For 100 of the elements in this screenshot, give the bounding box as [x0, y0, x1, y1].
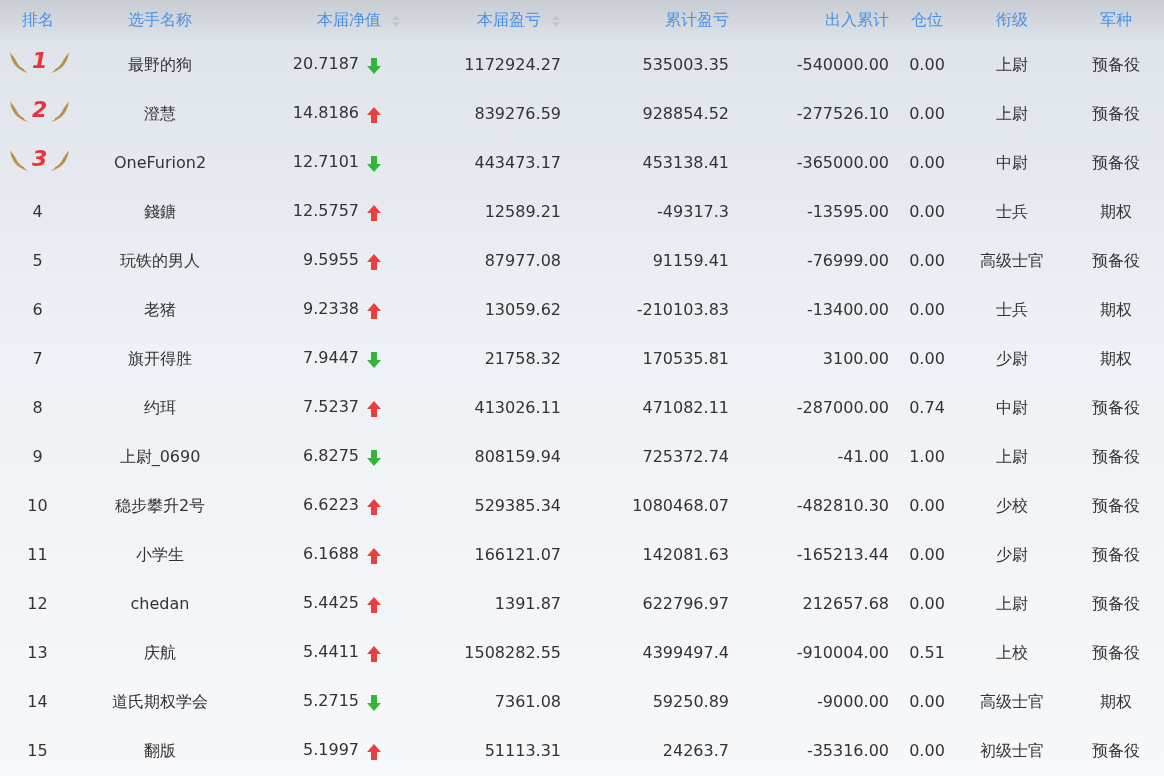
session-profit: 13059.62	[484, 299, 561, 319]
rank-title: 士兵	[996, 201, 1028, 221]
net-value: 5.1997	[303, 739, 359, 759]
net-flow: -35316.00	[806, 740, 889, 760]
session-profit: 529385.34	[474, 495, 561, 515]
rank-number: 12	[27, 593, 48, 613]
session-profit: 51113.31	[484, 740, 561, 760]
net-flow: 212657.68	[802, 593, 889, 613]
net-value: 6.1688	[303, 543, 359, 563]
service-branch: 预备役	[1091, 495, 1140, 515]
session-profit: 1508282.55	[464, 642, 561, 662]
net-value: 5.2715	[303, 690, 359, 710]
net-flow: -76999.00	[806, 250, 889, 270]
net-flow: -540000.00	[796, 54, 889, 74]
service-branch: 期权	[1099, 348, 1132, 368]
rank-title: 上尉	[996, 446, 1028, 466]
net-value: 9.2338	[303, 298, 359, 318]
player-name: 錢鎕	[144, 201, 176, 221]
net-flow: -41.00	[837, 446, 889, 466]
total-profit: 725372.74	[642, 446, 729, 466]
total-profit: 142081.63	[642, 544, 729, 564]
player-name: 稳步攀升2号	[114, 495, 206, 515]
service-branch: 预备役	[1091, 54, 1140, 74]
net-value: 6.8275	[303, 445, 359, 465]
session-profit: 1391.87	[494, 593, 561, 613]
position-ratio: 0.00	[909, 54, 945, 74]
total-profit: 928854.52	[642, 103, 729, 123]
total-profit: 170535.81	[642, 348, 729, 368]
rank-title: 高级士官	[980, 691, 1044, 711]
player-name: 最野的狗	[128, 54, 192, 74]
rank-title: 中尉	[996, 397, 1028, 417]
net-flow: 3100.00	[822, 348, 889, 368]
rank-number: 13	[27, 642, 48, 662]
service-branch: 期权	[1099, 201, 1132, 221]
column-header: 军种	[1099, 10, 1132, 29]
service-branch: 预备役	[1091, 642, 1140, 662]
service-branch: 预备役	[1091, 397, 1140, 417]
player-name: 澄慧	[144, 103, 176, 123]
player-name: 玩铁的男人	[120, 250, 200, 270]
session-profit: 21758.32	[484, 348, 561, 368]
net-value: 6.6223	[303, 494, 359, 514]
net-flow: -910004.00	[796, 642, 889, 662]
total-profit: 471082.11	[642, 397, 729, 417]
rank-number: 2	[32, 99, 48, 121]
session-profit: 87977.08	[484, 250, 561, 270]
service-branch: 期权	[1099, 299, 1132, 319]
rank-title: 上校	[996, 642, 1028, 662]
position-ratio: 0.74	[909, 397, 945, 417]
column-header[interactable]: 本届盈亏	[477, 7, 561, 33]
player-name: 庆航	[144, 642, 176, 662]
net-value: 9.5955	[303, 249, 359, 269]
net-flow: -9000.00	[817, 691, 889, 711]
net-value: 7.9447	[303, 347, 359, 367]
service-branch: 预备役	[1091, 152, 1140, 172]
rank-title: 中尉	[996, 152, 1028, 172]
total-profit: 535003.35	[642, 54, 729, 74]
player-name: 道氏期权学会	[112, 691, 208, 711]
rank-title: 士兵	[996, 299, 1028, 319]
session-profit: 808159.94	[474, 446, 561, 466]
rank-number: 8	[32, 397, 43, 417]
service-branch: 预备役	[1091, 250, 1140, 270]
rank-number: 9	[32, 446, 43, 466]
position-ratio: 0.51	[909, 642, 945, 662]
total-profit: 622796.97	[642, 593, 729, 613]
position-ratio: 0.00	[909, 348, 945, 368]
position-ratio: 0.00	[909, 201, 945, 221]
net-value: 12.7101	[292, 151, 359, 171]
rank-number: 3	[32, 148, 48, 170]
column-header: 累计盈亏	[665, 10, 729, 29]
column-header: 仓位	[911, 10, 943, 29]
net-flow: -482810.30	[796, 495, 889, 515]
position-ratio: 0.00	[909, 299, 945, 319]
service-branch: 预备役	[1091, 446, 1140, 466]
total-profit: 453138.41	[642, 152, 729, 172]
session-profit: 839276.59	[474, 103, 561, 123]
rank-number: 14	[27, 691, 48, 711]
total-profit: -49317.3	[657, 201, 729, 221]
rank-number: 1	[32, 50, 48, 72]
rank-title: 少校	[996, 495, 1028, 515]
net-value: 5.4425	[303, 592, 359, 612]
rank-title: 初级士官	[980, 740, 1044, 760]
rank-number: 5	[32, 250, 43, 270]
column-header: 衔级	[996, 10, 1028, 29]
rank-number: 7	[32, 348, 43, 368]
rank-number: 4	[32, 201, 43, 221]
column-header[interactable]: 本届净值	[317, 7, 401, 33]
position-ratio: 0.00	[909, 740, 945, 760]
net-flow: -13400.00	[806, 299, 889, 319]
service-branch: 预备役	[1091, 593, 1140, 613]
net-flow: -165213.44	[796, 544, 889, 564]
column-header: 选手名称	[128, 10, 192, 29]
player-name: OneFurion2	[113, 152, 207, 172]
player-name: 老猪	[144, 299, 176, 319]
rank-title: 少尉	[996, 544, 1028, 564]
rank-number: 10	[27, 495, 48, 515]
position-ratio: 0.00	[909, 152, 945, 172]
rank-title: 上尉	[996, 103, 1028, 123]
net-flow: -365000.00	[796, 152, 889, 172]
column-header: 出入累计	[825, 10, 889, 29]
service-branch: 预备役	[1091, 103, 1140, 123]
